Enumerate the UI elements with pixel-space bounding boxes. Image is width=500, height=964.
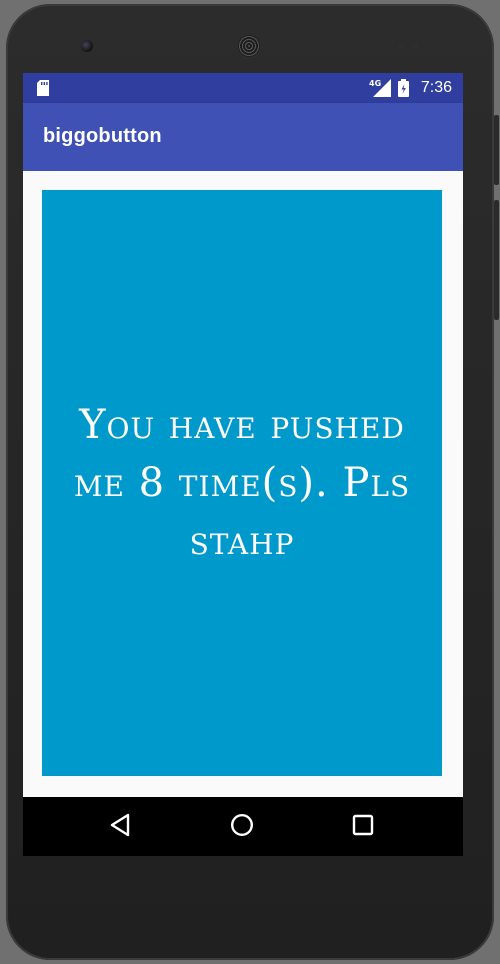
cell-signal-icon: 4G	[369, 79, 391, 102]
power-button[interactable]	[494, 200, 499, 320]
back-button[interactable]	[101, 808, 139, 846]
proximity-sensor	[398, 43, 404, 49]
recents-icon	[352, 814, 374, 841]
main-content: You have pushed me 8 time(s). Pls stahp	[23, 171, 463, 797]
earpiece-speaker	[238, 35, 260, 57]
big-push-button[interactable]: You have pushed me 8 time(s). Pls stahp	[42, 190, 442, 776]
sd-card-icon	[37, 80, 49, 101]
navigation-bar	[23, 797, 463, 856]
front-camera	[81, 40, 93, 52]
status-clock: 7:36	[420, 79, 452, 96]
home-button[interactable]	[223, 808, 261, 846]
recents-button[interactable]	[344, 808, 382, 846]
app-title: biggobutton	[43, 125, 162, 147]
battery-icon	[398, 79, 409, 102]
back-icon	[109, 813, 131, 842]
status-bar: 4G 7:36	[23, 73, 463, 103]
device-frame: 4G 7:36 biggobutton You have pushed me 8…	[0, 0, 500, 964]
phone-screen: 4G 7:36 biggobutton You have pushed me 8…	[23, 73, 463, 856]
volume-button[interactable]	[494, 115, 499, 185]
app-bar: biggobutton	[23, 103, 463, 171]
push-count-label: You have pushed me 8 time(s). Pls stahp	[73, 402, 411, 564]
svg-text:4G: 4G	[369, 79, 381, 88]
light-sensor	[412, 43, 418, 49]
home-icon	[230, 813, 254, 842]
